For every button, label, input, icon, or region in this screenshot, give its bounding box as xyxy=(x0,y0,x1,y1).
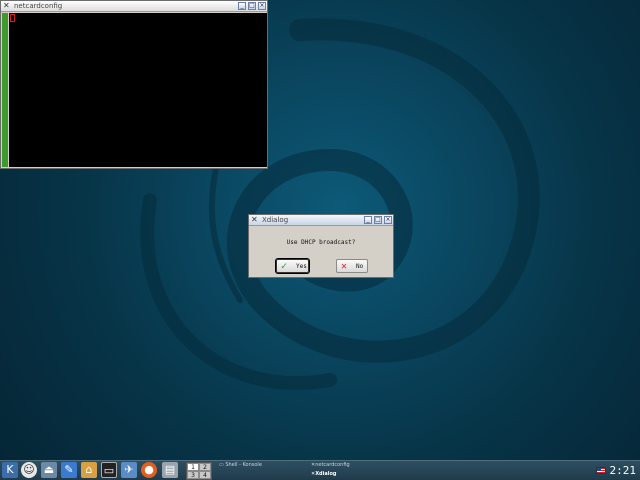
window-title: netcardconfig xyxy=(14,2,63,10)
home-icon[interactable]: ⌂ xyxy=(81,462,97,478)
text-cursor xyxy=(10,14,15,22)
kde-icon[interactable]: ✕ xyxy=(251,216,259,224)
desktop-4[interactable]: 4 xyxy=(199,471,211,479)
clock[interactable]: 2:21 xyxy=(610,463,637,478)
task-konsole[interactable]: ▭ Shell - Konsole xyxy=(219,462,262,469)
no-label: No xyxy=(356,263,364,270)
desktop-1[interactable]: 1 xyxy=(187,463,199,471)
panel-icon[interactable]: ▤ xyxy=(162,462,178,478)
maximize-button[interactable]: □ xyxy=(374,216,382,224)
terminal-window[interactable]: ✕ netcardconfig _ □ × xyxy=(0,0,268,169)
minimize-button[interactable]: _ xyxy=(364,216,372,224)
no-button[interactable]: ✕ No xyxy=(336,259,368,273)
dialog-titlebar[interactable]: ✕ Xdialog _ □ × xyxy=(249,215,393,226)
cleanup-icon[interactable]: ✎ xyxy=(61,462,77,478)
yes-button[interactable]: ✓ Yes xyxy=(276,259,309,273)
check-icon: ✓ xyxy=(281,261,288,272)
close-button[interactable]: × xyxy=(258,2,266,10)
task-xdialog[interactable]: ✕Xdialog xyxy=(311,471,336,478)
keyboard-layout-flag-icon[interactable] xyxy=(596,467,606,474)
close-button[interactable]: × xyxy=(384,216,392,224)
network-icon[interactable]: ✈ xyxy=(121,462,137,478)
taskbar: K ☺ ⏏ ✎ ⌂ ▭ ✈ ● ▤ 1 2 3 4 ▭ Shell - Kons… xyxy=(0,460,640,480)
terminal-side-bar xyxy=(2,13,8,167)
maximize-button[interactable]: □ xyxy=(248,2,256,10)
task-label: netcardconfig xyxy=(315,462,350,468)
task-netcardconfig[interactable]: ✕netcardconfig xyxy=(311,462,350,469)
dialog-title: Xdialog xyxy=(262,216,289,224)
desktop-pager[interactable]: 1 2 3 4 xyxy=(186,462,212,480)
knoppix-icon[interactable]: ☺ xyxy=(21,462,37,478)
x-icon: ✕ xyxy=(341,261,348,272)
kmenu-icon[interactable]: K xyxy=(2,462,18,478)
eject-icon[interactable]: ⏏ xyxy=(41,462,57,478)
task-label: Shell - Konsole xyxy=(225,462,262,468)
desktop-3[interactable]: 3 xyxy=(187,471,199,479)
xdialog-window[interactable]: ✕ Xdialog _ □ × Use DHCP broadcast? ✓ Ye… xyxy=(248,214,394,278)
firefox-icon[interactable]: ● xyxy=(141,462,157,478)
kde-icon[interactable]: ✕ xyxy=(3,2,11,10)
terminal-screen[interactable] xyxy=(9,13,267,167)
terminal-titlebar[interactable]: ✕ netcardconfig _ □ × xyxy=(1,1,267,12)
terminal-icon[interactable]: ▭ xyxy=(101,462,117,478)
minimize-button[interactable]: _ xyxy=(238,2,246,10)
task-label: Xdialog xyxy=(315,471,337,477)
dialog-message: Use DHCP broadcast? xyxy=(286,239,356,246)
yes-label: Yes xyxy=(296,263,307,270)
desktop-2[interactable]: 2 xyxy=(199,463,211,471)
